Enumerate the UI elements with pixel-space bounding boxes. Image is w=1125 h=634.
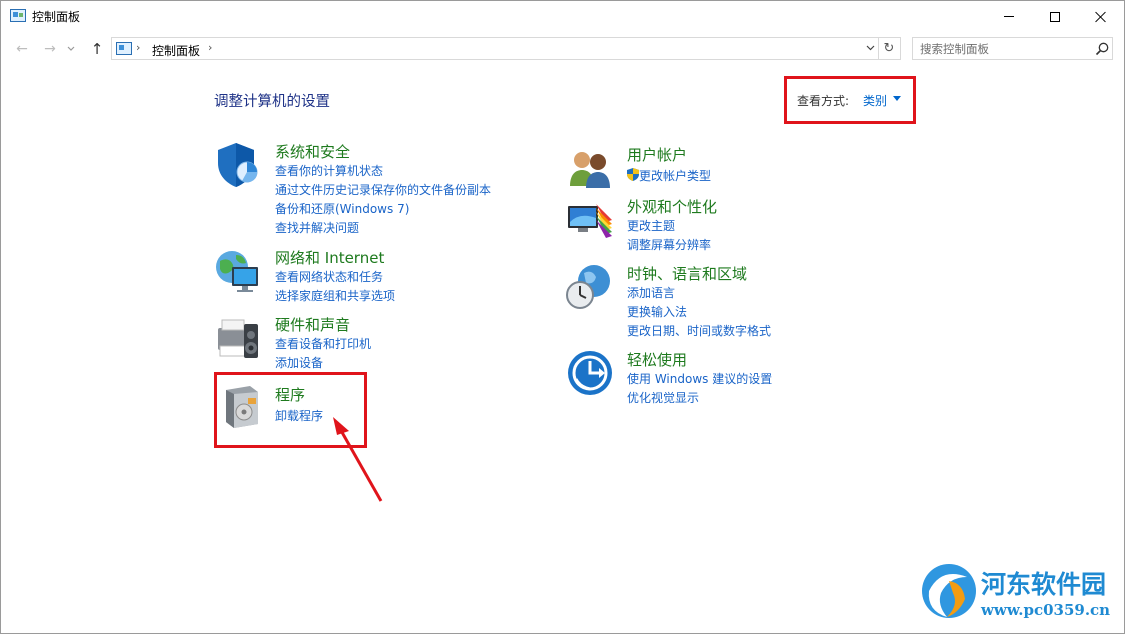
uac-shield-icon xyxy=(627,168,639,181)
link-change-input-method[interactable]: 更换输入法 xyxy=(627,303,687,320)
navigation-bar: ← → ↑ › 控制面板 › ↻ xyxy=(1,34,1124,64)
watermark-site-url: www.pc0359.cn xyxy=(981,601,1111,619)
clock-globe-icon[interactable] xyxy=(566,263,614,311)
link-file-history-backup[interactable]: 通过文件历史记录保存你的文件备份副本 xyxy=(275,181,491,198)
view-by-label: 查看方式: xyxy=(797,94,850,108)
back-button[interactable]: ← xyxy=(11,38,33,60)
category-title-system-security[interactable]: 系统和安全 xyxy=(275,141,350,162)
view-by-dropdown[interactable]: 类别 xyxy=(863,92,887,109)
page-title: 调整计算机的设置 xyxy=(214,94,330,110)
watermark-logo-icon xyxy=(922,564,976,618)
ease-of-access-icon[interactable] xyxy=(566,349,614,397)
link-change-theme[interactable]: 更改主题 xyxy=(627,217,675,234)
dropdown-arrow-icon[interactable] xyxy=(893,96,901,101)
maximize-icon xyxy=(1050,11,1060,22)
link-troubleshoot[interactable]: 查找并解决问题 xyxy=(275,219,359,236)
minimize-button[interactable] xyxy=(986,1,1032,32)
view-by-highlight: 查看方式: 类别 xyxy=(784,76,916,124)
category-title-clock-region[interactable]: 时钟、语言和区域 xyxy=(627,263,747,284)
recent-locations-button[interactable] xyxy=(64,38,78,60)
up-button[interactable]: ↑ xyxy=(87,38,107,60)
address-bar[interactable]: › 控制面板 › xyxy=(111,37,901,60)
window-title: 控制面板 xyxy=(32,10,81,24)
close-icon xyxy=(1095,11,1107,23)
chevron-down-icon xyxy=(67,46,75,51)
link-screen-resolution[interactable]: 调整屏幕分辨率 xyxy=(627,236,711,253)
breadcrumb-control-panel[interactable]: 控制面板 xyxy=(152,42,200,59)
link-devices-printers[interactable]: 查看设备和打印机 xyxy=(275,335,371,352)
link-network-status[interactable]: 查看网络状态和任务 xyxy=(275,268,383,285)
link-optimize-visual-display[interactable]: 优化视觉显示 xyxy=(627,389,699,406)
printer-speaker-icon[interactable] xyxy=(214,314,262,362)
link-windows-recommended-settings[interactable]: 使用 Windows 建议的设置 xyxy=(627,370,772,387)
link-change-account-type[interactable]: 更改帐户类型 xyxy=(639,167,711,184)
search-box[interactable] xyxy=(912,37,1113,60)
category-title-network-internet[interactable]: 网络和 Internet xyxy=(275,247,384,268)
chevron-down-icon xyxy=(866,45,874,51)
search-icon[interactable] xyxy=(1094,41,1110,57)
breadcrumb-separator[interactable]: › xyxy=(208,41,212,54)
refresh-button[interactable]: ↻ xyxy=(878,38,899,59)
category-title-user-accounts[interactable]: 用户帐户 xyxy=(627,144,687,165)
appearance-monitor-icon[interactable] xyxy=(566,196,614,244)
title-bar: 控制面板 xyxy=(1,1,1124,32)
link-change-date-time-format[interactable]: 更改日期、时间或数字格式 xyxy=(627,322,771,339)
forward-button[interactable]: → xyxy=(39,38,61,60)
address-dropdown-button[interactable] xyxy=(862,41,878,57)
search-input[interactable] xyxy=(914,39,1089,58)
link-backup-restore[interactable]: 备份和还原(Windows 7) xyxy=(275,200,409,217)
link-add-device[interactable]: 添加设备 xyxy=(275,354,323,371)
link-homegroup-sharing[interactable]: 选择家庭组和共享选项 xyxy=(275,287,395,304)
breadcrumb-separator[interactable]: › xyxy=(136,41,140,54)
control-panel-window: 控制面板 ← → ↑ › 控制面板 › ↻ 调整 xyxy=(0,0,1125,634)
category-title-ease-of-access[interactable]: 轻松使用 xyxy=(627,349,687,370)
watermark-site-name: 河东软件园 xyxy=(981,570,1107,599)
watermark: 河东软件园 www.pc0359.cn xyxy=(919,561,1119,625)
security-shield-icon[interactable] xyxy=(214,141,262,189)
category-title-appearance[interactable]: 外观和个性化 xyxy=(627,196,717,217)
annotation-arrow-icon xyxy=(333,417,383,502)
link-view-computer-status[interactable]: 查看你的计算机状态 xyxy=(275,162,383,179)
network-globe-icon[interactable] xyxy=(214,247,262,295)
control-panel-icon xyxy=(116,42,132,55)
maximize-button[interactable] xyxy=(1032,1,1078,32)
control-panel-icon xyxy=(10,9,26,22)
users-icon[interactable] xyxy=(566,144,614,192)
minimize-icon xyxy=(1004,16,1014,17)
link-add-language[interactable]: 添加语言 xyxy=(627,284,675,301)
category-title-hardware-sound[interactable]: 硬件和声音 xyxy=(275,314,350,335)
close-button[interactable] xyxy=(1078,1,1124,32)
